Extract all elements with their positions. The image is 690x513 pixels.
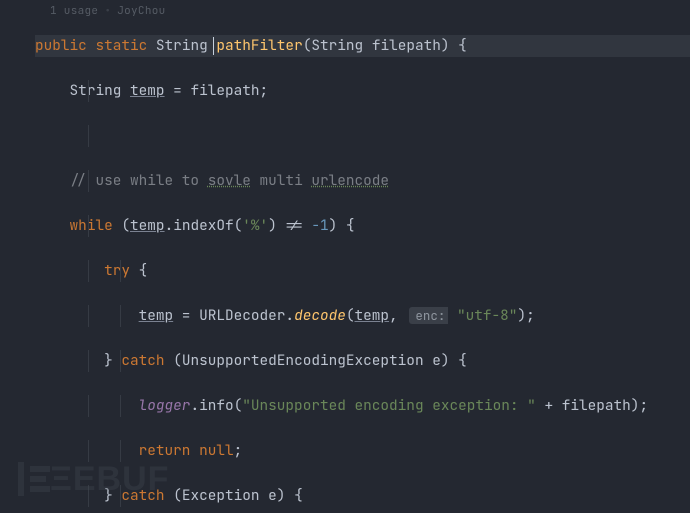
code-line[interactable]: String temp = filepath;: [35, 80, 690, 103]
text-caret: [213, 37, 214, 55]
code-line[interactable]: logger.info("Unsupported encoding except…: [35, 395, 690, 418]
code-line[interactable]: return null;: [35, 440, 690, 463]
code-editor[interactable]: public static String pathFilter(String f…: [35, 12, 690, 513]
code-line[interactable]: // use while to sovle multi urlencode: [35, 170, 690, 193]
code-line[interactable]: temp = URLDecoder.decode(temp, enc: "utf…: [35, 305, 690, 328]
code-line[interactable]: try {: [35, 260, 690, 283]
code-line[interactable]: } catch (UnsupportedEncodingException e)…: [35, 350, 690, 373]
code-line[interactable]: } catch (Exception e) {: [35, 485, 690, 508]
code-line[interactable]: [35, 125, 690, 148]
parameter-hint: enc:: [409, 307, 448, 324]
code-line[interactable]: public static String pathFilter(String f…: [35, 35, 690, 58]
code-line[interactable]: while (temp.indexOf('%') != -1) {: [35, 215, 690, 238]
